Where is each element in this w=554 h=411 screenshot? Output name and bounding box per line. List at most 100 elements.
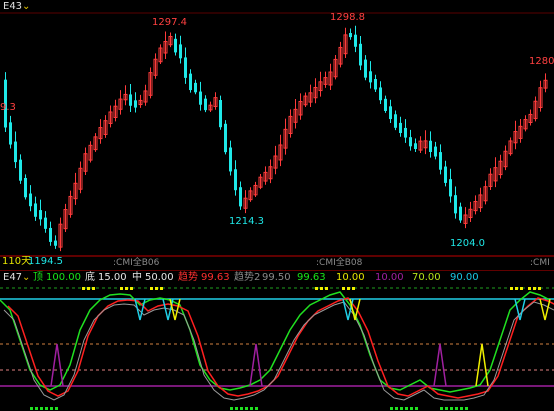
bottom-dot xyxy=(465,407,468,410)
axis-mark: :CMI全B06 xyxy=(113,258,160,268)
down-candle xyxy=(354,34,357,47)
bottom-dot xyxy=(460,407,463,410)
candlestick-chart[interactable] xyxy=(0,0,554,268)
bottom-dot xyxy=(45,407,48,410)
down-candle xyxy=(39,210,42,220)
axis-mark: :CMI全B08 xyxy=(316,258,363,268)
bottom-left-price: 1194.5 xyxy=(28,256,63,267)
bottom-dot xyxy=(390,407,393,410)
legend-value: 10.00 xyxy=(375,272,404,283)
bottom-dot xyxy=(55,407,58,410)
bottom-dot xyxy=(245,407,248,410)
low-price-label: 1214.3 xyxy=(229,216,264,227)
legend-value: 70.00 xyxy=(412,272,441,283)
yellow-spike xyxy=(475,343,489,387)
bottom-dot xyxy=(400,407,403,410)
down-candle xyxy=(14,141,17,163)
top-dot xyxy=(120,287,123,290)
down-candle xyxy=(194,82,197,93)
down-candle xyxy=(374,79,377,90)
high-price-label: 1298.8 xyxy=(330,12,365,23)
top-dot xyxy=(538,287,541,290)
down-candle xyxy=(24,178,27,198)
indicator-name[interactable]: E47 xyxy=(3,272,22,284)
bottom-dot xyxy=(450,407,453,410)
bottom-dot xyxy=(410,407,413,410)
high-price-label: 1297.4 xyxy=(152,17,187,28)
bottom-dot xyxy=(440,407,443,410)
yellow-marker xyxy=(539,298,551,321)
top-dot xyxy=(87,287,90,290)
down-candle xyxy=(394,114,397,128)
top-dot xyxy=(342,287,345,290)
bottom-dot xyxy=(35,407,38,410)
top-dot xyxy=(82,287,85,290)
indicator-pane[interactable]: E47 ⌄ 顶 100.00 底 15.00 中 50.00 趋势 99.63 … xyxy=(0,270,554,411)
legend-label: 趋势2 xyxy=(234,272,261,283)
down-candle xyxy=(34,203,37,217)
purple-spike xyxy=(433,343,447,387)
down-candle xyxy=(9,122,12,145)
down-candle xyxy=(359,43,362,66)
down-candle xyxy=(454,195,457,214)
legend-value: 100.00 xyxy=(46,272,81,283)
legend-value: 10.00 xyxy=(336,272,365,283)
indicator-chart[interactable] xyxy=(0,270,554,411)
down-candle xyxy=(224,123,227,153)
legend-value: 90.00 xyxy=(450,272,479,283)
bottom-dot xyxy=(40,407,43,410)
bottom-dot xyxy=(395,407,398,410)
bottom-dot xyxy=(250,407,253,410)
legend-value: 99.50 xyxy=(262,272,291,283)
down-candle xyxy=(184,57,187,78)
bottom-dot xyxy=(445,407,448,410)
down-candle xyxy=(369,71,372,83)
bottom-dot xyxy=(30,407,33,410)
period-label: 110天 xyxy=(2,256,32,267)
down-candle xyxy=(409,137,412,147)
top-dot xyxy=(155,287,158,290)
indicator-name[interactable]: E43 xyxy=(3,1,22,13)
bottom-dot xyxy=(235,407,238,410)
down-candle xyxy=(199,91,202,105)
down-candle xyxy=(444,166,447,183)
low-price-label: 1204.0 xyxy=(450,238,485,249)
axis-mark: :CMI xyxy=(530,258,550,268)
top-dot xyxy=(533,287,536,290)
top-dot xyxy=(160,287,163,290)
top-dot xyxy=(510,287,513,290)
top-dot xyxy=(150,287,153,290)
down-candle xyxy=(129,94,132,106)
chevron-down-icon[interactable]: ⌄ xyxy=(22,272,30,284)
down-candle xyxy=(44,217,47,229)
down-candle xyxy=(189,73,192,91)
legend-label: 中 xyxy=(132,272,142,283)
top-dot xyxy=(125,287,128,290)
down-candle xyxy=(459,206,462,221)
bottom-dot xyxy=(405,407,408,410)
down-candle xyxy=(174,38,177,53)
down-candle xyxy=(389,106,392,120)
top-dot xyxy=(130,287,133,290)
down-candle xyxy=(379,87,382,101)
down-candle xyxy=(229,147,232,172)
legend-value: 99.63 xyxy=(297,272,326,283)
down-candle xyxy=(219,99,222,128)
top-dot xyxy=(320,287,323,290)
down-candle xyxy=(414,143,417,150)
price-chart-pane[interactable]: E43 ⌄ 1297.4 1298.8 1214.3 1204.0 9.3 12… xyxy=(0,0,554,268)
bottom-dot xyxy=(455,407,458,410)
down-candle xyxy=(429,140,432,152)
down-candle xyxy=(179,44,182,59)
top-dot xyxy=(352,287,355,290)
bottom-dot xyxy=(230,407,233,410)
down-candle xyxy=(449,179,452,197)
legend-value: 50.00 xyxy=(145,272,174,283)
down-candle xyxy=(384,98,387,111)
chevron-down-icon[interactable]: ⌄ xyxy=(22,1,30,13)
down-candle xyxy=(239,187,242,207)
top-dot xyxy=(315,287,318,290)
legend-label: 顶 xyxy=(33,272,43,283)
legend-label: 底 xyxy=(85,272,95,283)
down-candle xyxy=(49,227,52,242)
